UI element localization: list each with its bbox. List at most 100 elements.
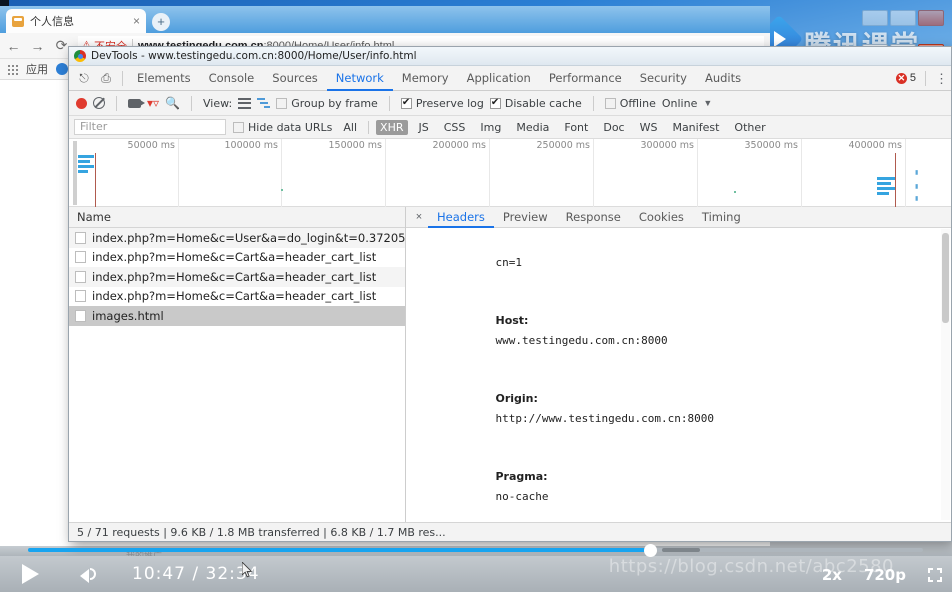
back-button[interactable]: ← bbox=[6, 38, 21, 54]
request-name: index.php?m=Home&c=Cart&a=header_cart_li… bbox=[92, 250, 377, 265]
tab-console[interactable]: Console bbox=[200, 66, 264, 91]
overview-tick-label: 350000 ms bbox=[744, 140, 799, 151]
play-button[interactable] bbox=[22, 564, 39, 584]
close-button-top[interactable] bbox=[918, 10, 944, 26]
request-type-icon bbox=[75, 231, 86, 244]
header-key: Pragma: bbox=[495, 470, 548, 483]
filter-type-img[interactable]: Img bbox=[476, 120, 505, 135]
group-by-frame-checkbox[interactable]: Group by frame bbox=[276, 97, 378, 110]
headers-content: cn=1 Host: www.testingedu.com.cn:8000 Or… bbox=[406, 228, 951, 522]
inspect-element-icon[interactable]: ⎋ bbox=[73, 71, 95, 86]
search-icon[interactable]: 🔍 bbox=[165, 96, 180, 110]
clear-icon[interactable] bbox=[93, 97, 105, 109]
devtools-tabs-right: ✕ 5 ⋮ bbox=[895, 70, 951, 86]
video-progress-knob[interactable] bbox=[644, 543, 657, 557]
chrome-tab-strip: 个人信息 × + bbox=[0, 6, 770, 33]
network-filter-bar: Filter Hide data URLs All XHR JS CSS Img… bbox=[69, 116, 951, 139]
new-tab-button[interactable]: + bbox=[152, 13, 170, 31]
browser-tab[interactable]: 个人信息 × bbox=[6, 9, 146, 33]
table-row[interactable]: index.php?m=Home&c=User&a=do_login&t=0.3… bbox=[69, 228, 405, 248]
tab-cookies[interactable]: Cookies bbox=[630, 207, 693, 228]
network-split-view: Name index.php?m=Home&c=User&a=do_login&… bbox=[69, 207, 951, 522]
filter-type-ws[interactable]: WS bbox=[636, 120, 662, 135]
tab-elements[interactable]: Elements bbox=[128, 66, 200, 91]
filter-type-media[interactable]: Media bbox=[512, 120, 553, 135]
overview-request-bars-start bbox=[78, 155, 94, 175]
close-icon[interactable]: × bbox=[133, 15, 140, 27]
table-row[interactable]: index.php?m=Home&c=Cart&a=header_cart_li… bbox=[69, 248, 405, 268]
table-row[interactable]: index.php?m=Home&c=Cart&a=header_cart_li… bbox=[69, 267, 405, 287]
request-detail-pane: × Headers Preview Response Cookies Timin… bbox=[406, 207, 951, 522]
view-label: View: bbox=[203, 96, 233, 110]
view-waterfall-icon[interactable] bbox=[257, 97, 271, 109]
forward-button[interactable]: → bbox=[30, 38, 45, 54]
os-window-buttons-top bbox=[862, 10, 944, 26]
filter-type-doc[interactable]: Doc bbox=[599, 120, 628, 135]
disable-cache-checkbox[interactable]: Disable cache bbox=[489, 96, 582, 110]
header-row: Origin: http://www.testingedu.com.cn:800… bbox=[416, 370, 943, 448]
maximize-button-top[interactable] bbox=[890, 10, 916, 26]
filter-type-xhr[interactable]: XHR bbox=[376, 119, 408, 135]
filter-type-all[interactable]: All bbox=[339, 120, 361, 135]
filter-type-manifest[interactable]: Manifest bbox=[668, 120, 723, 135]
minimize-button-top[interactable] bbox=[862, 10, 888, 26]
tab-memory[interactable]: Memory bbox=[393, 66, 458, 91]
more-options-icon[interactable]: ⋮ bbox=[935, 72, 948, 85]
disable-cache-label: Disable cache bbox=[504, 96, 582, 110]
filter-type-css[interactable]: CSS bbox=[440, 120, 470, 135]
chevron-down-icon[interactable]: ▼ bbox=[703, 98, 712, 108]
network-overview-timeline[interactable]: 50000 ms 100000 ms 150000 ms 200000 ms 2… bbox=[69, 139, 951, 207]
table-row[interactable]: images.html bbox=[69, 306, 405, 326]
throttling-value[interactable]: Online bbox=[662, 97, 697, 110]
device-toolbar-icon[interactable]: ⎙ bbox=[95, 71, 117, 86]
screenshot-root: 视频 我的推广 我的收益 腾讯课堂 个人信息 × + ← → bbox=[0, 0, 952, 592]
overview-tick: 350000 ms bbox=[698, 139, 802, 207]
request-name: index.php?m=Home&c=Cart&a=header_cart_li… bbox=[92, 269, 377, 284]
filter-icon[interactable]: ▾▿ bbox=[147, 96, 159, 110]
header-value: no-cache bbox=[495, 489, 549, 503]
header-row: Pragma: no-cache bbox=[416, 448, 943, 523]
detail-scrollbar[interactable] bbox=[941, 229, 950, 520]
overview-tick: 200000 ms bbox=[386, 139, 490, 207]
tab-security[interactable]: Security bbox=[631, 66, 696, 91]
view-list-icon[interactable] bbox=[238, 97, 252, 109]
csdn-watermark: https://blog.csdn.net/abc2580 bbox=[608, 556, 894, 577]
reload-button[interactable]: ⟳ bbox=[54, 37, 69, 54]
tab-headers[interactable]: Headers bbox=[428, 207, 494, 228]
capture-screenshots-icon[interactable] bbox=[128, 98, 145, 108]
tab-network[interactable]: Network bbox=[327, 66, 393, 91]
tab-application[interactable]: Application bbox=[458, 66, 540, 91]
filter-input[interactable]: Filter bbox=[74, 119, 226, 135]
offline-checkbox[interactable]: Offline bbox=[604, 97, 656, 110]
video-progress-track[interactable] bbox=[28, 543, 923, 557]
record-button[interactable] bbox=[76, 97, 87, 109]
tab-preview[interactable]: Preview bbox=[494, 207, 557, 228]
checkbox-icon bbox=[489, 97, 501, 109]
filter-type-other[interactable]: Other bbox=[730, 120, 769, 135]
filter-type-js[interactable]: JS bbox=[415, 120, 433, 135]
table-row[interactable]: index.php?m=Home&c=Cart&a=header_cart_li… bbox=[69, 287, 405, 307]
overview-tick-label: 200000 ms bbox=[432, 140, 487, 151]
overview-event-line-start bbox=[95, 153, 96, 207]
apps-label[interactable]: 应用 bbox=[26, 61, 48, 77]
hide-data-urls-checkbox[interactable]: Hide data URLs bbox=[233, 121, 332, 134]
request-type-icon bbox=[75, 290, 86, 303]
error-badge[interactable]: ✕ 5 bbox=[895, 72, 916, 84]
header-key: Origin: bbox=[495, 392, 538, 405]
bookmark-globe-icon[interactable] bbox=[56, 63, 68, 75]
tab-sources[interactable]: Sources bbox=[263, 66, 327, 91]
tab-timing[interactable]: Timing bbox=[693, 207, 750, 228]
fullscreen-icon[interactable] bbox=[928, 568, 942, 582]
close-icon[interactable]: × bbox=[410, 211, 428, 223]
apps-grid-icon[interactable] bbox=[7, 63, 18, 75]
checkbox-icon bbox=[400, 97, 412, 109]
tab-audits[interactable]: Audits bbox=[696, 66, 750, 91]
volume-button[interactable] bbox=[80, 565, 100, 583]
scrollbar-thumb[interactable] bbox=[942, 233, 949, 323]
tab-response[interactable]: Response bbox=[557, 207, 630, 228]
overview-tick: 300000 ms bbox=[594, 139, 698, 207]
filter-type-font[interactable]: Font bbox=[560, 120, 592, 135]
tab-performance[interactable]: Performance bbox=[540, 66, 631, 91]
header-key: Host: bbox=[495, 314, 529, 327]
preserve-log-checkbox[interactable]: Preserve log bbox=[400, 97, 484, 110]
